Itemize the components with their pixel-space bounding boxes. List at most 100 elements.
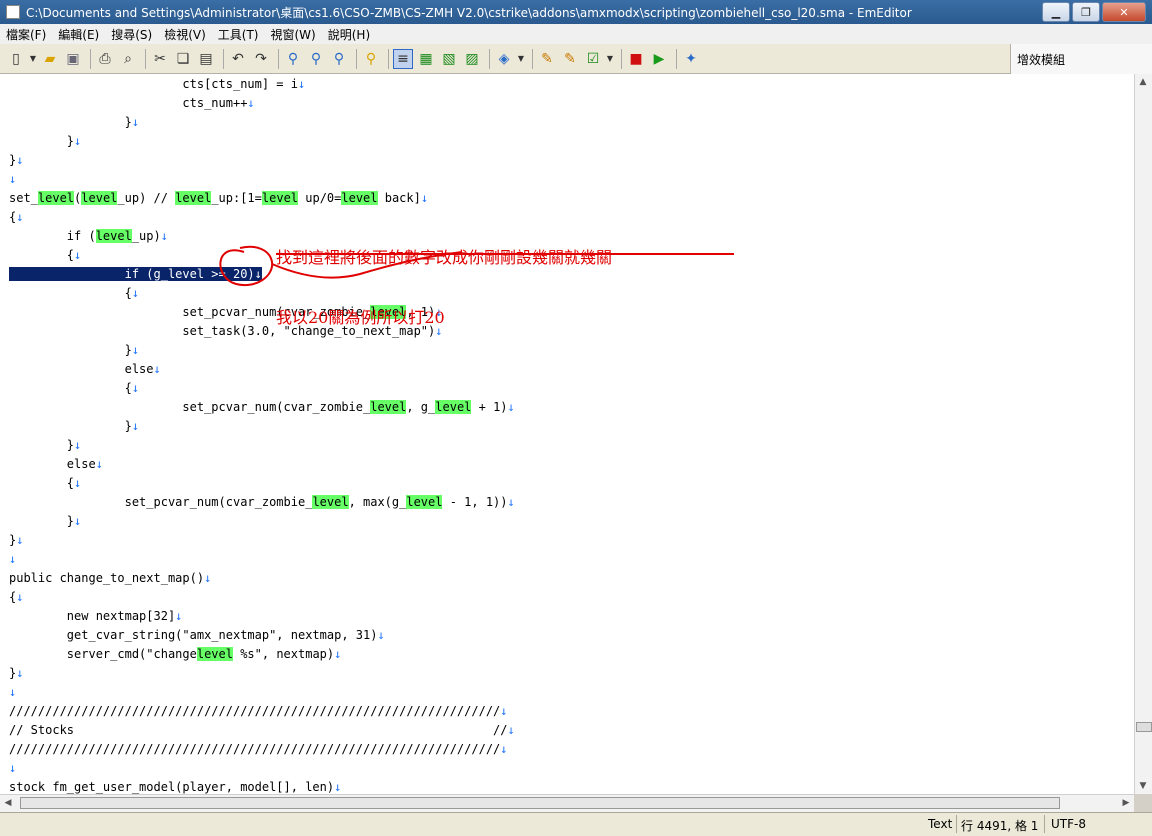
properties-icon[interactable]: ✎ (537, 49, 557, 69)
wrap-by-window-icon[interactable]: ▦ (416, 49, 436, 69)
horizontal-scrollbar[interactable]: ◀ ▶ (0, 794, 1134, 812)
menu-search[interactable]: 搜尋(S) (105, 26, 158, 43)
save-icon[interactable]: ▣ (63, 49, 83, 69)
code-line: }↓ (9, 512, 81, 531)
menu-view[interactable]: 檢視(V) (158, 26, 212, 43)
paste-icon[interactable]: ▤ (196, 49, 216, 69)
newline-marker: ↓ (74, 134, 82, 148)
vertical-scrollbar[interactable]: ▲ ▼ (1134, 74, 1152, 794)
code-token: else (9, 457, 96, 471)
print-preview-icon[interactable]: ⌕ (118, 49, 138, 69)
code-line: set_pcvar_num(cvar_zombie_level, g_level… (9, 398, 515, 417)
all-properties-icon[interactable]: ✎ (560, 49, 580, 69)
scroll-down-icon[interactable]: ▼ (1135, 778, 1151, 794)
scroll-right-icon[interactable]: ▶ (1118, 795, 1134, 811)
highlighted-keyword: level (312, 495, 349, 509)
code-line: ////////////////////////////////////////… (9, 702, 508, 721)
code-token: if ( (9, 229, 96, 243)
highlight-search-icon[interactable]: ⚲ (361, 49, 381, 69)
maximize-button[interactable]: ❐ (1072, 2, 1100, 22)
code-line: }↓ (9, 436, 81, 455)
selected-text: if (g_level >= 20)↓ (9, 267, 262, 281)
newline-marker: ↓ (507, 495, 515, 509)
newline-marker: ↓ (500, 704, 508, 718)
redo-icon[interactable]: ↷ (251, 49, 271, 69)
code-line: ↓ (9, 170, 16, 189)
toolbar-separator (676, 48, 677, 69)
code-token: } (9, 514, 75, 528)
newline-marker: ↓ (16, 153, 24, 167)
code-line: }↓ (9, 113, 139, 132)
code-token: } (9, 343, 132, 357)
cut-icon[interactable]: ✂ (150, 49, 170, 69)
wrap-by-char-icon[interactable]: ▧ (439, 49, 459, 69)
code-token: cts_num++ (9, 96, 248, 110)
newline-marker: ↓ (16, 533, 24, 547)
horizontal-scroll-thumb[interactable] (20, 797, 1060, 809)
app-icon (6, 5, 20, 19)
toolbar-separator (145, 48, 146, 69)
find-icon[interactable]: ⚲ (283, 49, 303, 69)
vertical-scroll-thumb[interactable] (1136, 722, 1152, 732)
plugin-tool-icon[interactable]: ✦ (681, 49, 701, 69)
code-token: up/0= (298, 191, 342, 205)
code-line: {↓ (9, 246, 81, 265)
newline-marker: ↓ (297, 77, 306, 91)
code-line: }↓ (9, 132, 81, 151)
dropdown-arrow-icon[interactable]: ▼ (606, 49, 614, 69)
code-token: _up) (131, 229, 161, 243)
highlighted-keyword: level (370, 400, 407, 414)
highlighted-keyword: level (196, 647, 233, 661)
toolbar-separator (388, 48, 389, 69)
find-previous-icon[interactable]: ⚲ (329, 49, 349, 69)
code-line: else↓ (9, 360, 161, 379)
code-token: - 1, 1)) (442, 495, 508, 509)
menu-help[interactable]: 說明(H) (322, 26, 376, 43)
code-token: set_ (9, 191, 38, 205)
scroll-up-icon[interactable]: ▲ (1135, 74, 1151, 90)
wrap-by-page-icon[interactable]: ▨ (462, 49, 482, 69)
code-token: ////////////////////////////////////////… (9, 742, 501, 756)
toolbar-separator (621, 48, 622, 69)
stop-macro-icon[interactable]: ■ (626, 49, 646, 69)
code-token: back] (377, 191, 421, 205)
scroll-left-icon[interactable]: ◀ (0, 795, 16, 811)
toolbar-separator (278, 48, 279, 69)
menu-file[interactable]: 檔案(F) (0, 26, 52, 43)
open-folder-icon[interactable]: ▰ (40, 49, 60, 69)
menu-tools[interactable]: 工具(T) (212, 26, 265, 43)
newline-marker: ↓ (377, 628, 385, 642)
newline-marker: ↓ (131, 115, 140, 129)
newline-marker: ↓ (9, 172, 17, 186)
newline-marker: ↓ (507, 400, 515, 414)
menu-edit[interactable]: 編輯(E) (52, 26, 105, 43)
configuration-icon[interactable]: ◈ (494, 49, 514, 69)
find-next-icon[interactable]: ⚲ (306, 49, 326, 69)
menu-window[interactable]: 視窗(W) (265, 26, 322, 43)
newline-marker: ↓ (74, 248, 82, 262)
code-line: ↓ (9, 759, 16, 778)
dropdown-arrow-icon[interactable]: ▼ (29, 49, 37, 69)
minimize-button[interactable]: ▁ (1042, 2, 1070, 22)
run-macro-icon[interactable]: ▶ (649, 49, 669, 69)
close-button[interactable]: ✕ (1102, 2, 1146, 22)
code-token: , max(g_ (348, 495, 407, 509)
code-token: } (9, 419, 132, 433)
new-file-icon[interactable]: ▯ (6, 49, 26, 69)
code-editor[interactable]: cts[cts_num] = i↓ cts_num++↓ }↓ }↓}↓ ↓ set… (0, 74, 1134, 794)
status-separator (956, 815, 957, 833)
check-list-icon[interactable]: ☑ (583, 49, 603, 69)
newline-marker: ↓ (500, 742, 508, 756)
newline-marker: ↓ (16, 210, 24, 224)
highlighted-keyword: level (37, 191, 75, 205)
newline-marker: ↓ (131, 343, 140, 357)
window-title: C:\Documents and Settings\Administrator\… (26, 5, 912, 20)
word-wrap-icon[interactable]: ≡ (393, 48, 413, 69)
print-icon[interactable]: ⎙ (95, 49, 115, 69)
title-bar: C:\Documents and Settings\Administrator\… (0, 0, 1152, 24)
undo-icon[interactable]: ↶ (228, 49, 248, 69)
dropdown-arrow-icon[interactable]: ▼ (517, 49, 525, 69)
copy-icon[interactable]: ❏ (173, 49, 193, 69)
code-token: ////////////////////////////////////////… (9, 704, 501, 718)
newline-marker: ↓ (420, 191, 429, 205)
